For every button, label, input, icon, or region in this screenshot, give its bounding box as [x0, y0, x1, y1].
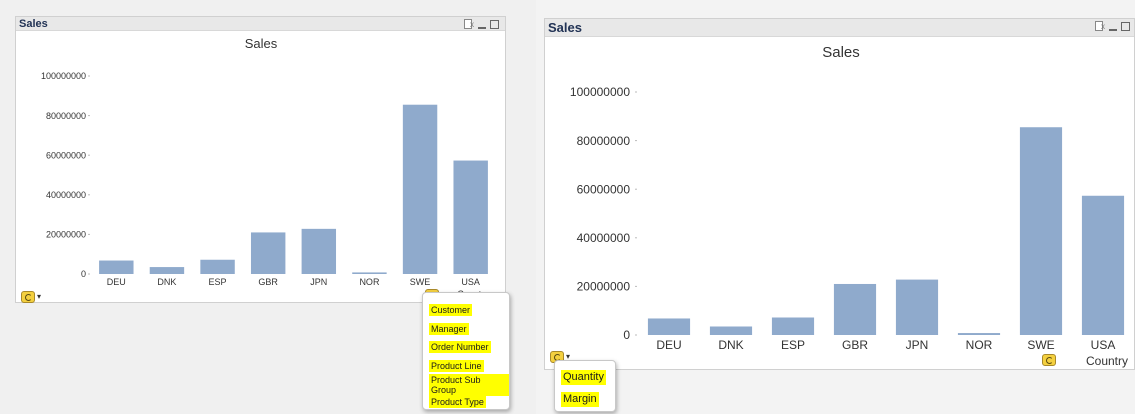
bar-nor: [352, 272, 387, 274]
bar-esp: [200, 259, 235, 274]
x-tick-label: GBR: [842, 338, 868, 352]
menu-item-quantity[interactable]: Quantity: [561, 367, 606, 385]
bar-deu: [99, 260, 134, 274]
left-dropdown-arrow-icon[interactable]: ▾: [37, 293, 41, 301]
bar-esp: [771, 317, 815, 335]
x-tick-label: GBR: [258, 277, 278, 287]
y-tick-label: 80000000: [577, 134, 631, 148]
x-tick-label: DNK: [718, 338, 743, 352]
menu-item-manager[interactable]: Manager: [429, 319, 469, 337]
y-tick-label: 60000000: [46, 150, 86, 160]
bar-deu: [647, 318, 691, 335]
menu-item-order-number[interactable]: Order Number: [429, 337, 491, 355]
x-axis-title: Country: [1086, 354, 1128, 368]
right-sales-chart-object[interactable]: Sales Sales 0 20000000 40000000 60000000 8000…: [544, 18, 1135, 370]
y-tick-label: 20000000: [577, 280, 631, 294]
x-tick-label: NOR: [359, 277, 380, 287]
x-tick-label: DEU: [656, 338, 681, 352]
x-tick-label: SWE: [1027, 338, 1054, 352]
left-cycle-dropdown-menu: Customer Manager Order Number Product Li…: [422, 292, 510, 410]
x-tick-label: USA: [461, 277, 480, 287]
menu-item-product-line[interactable]: Product Line: [429, 356, 484, 374]
right-cycle-dropdown-menu: Quantity Margin: [554, 360, 616, 412]
right-bar-chart: Sales 0 20000000 40000000 60000000 80000000 10…: [570, 44, 1128, 368]
menu-item-customer[interactable]: Customer: [429, 300, 473, 318]
x-tick-label: ESP: [209, 277, 227, 287]
left-sales-chart-object[interactable]: Sales Sales 0 20000000 40000000 60000000 8000…: [15, 16, 506, 303]
bar-nor: [957, 333, 1001, 335]
y-tick-label: 40000000: [577, 231, 631, 245]
chart-title: Sales: [822, 44, 860, 61]
x-tick-label: ESP: [781, 338, 805, 352]
left-bar-chart: Sales 0 20000000 40000000 60000000 80000000 10…: [41, 36, 489, 299]
x-tick-label: JPN: [310, 277, 327, 287]
y-tick-label: 0: [81, 269, 86, 279]
left-cycle-group-icon[interactable]: [21, 291, 35, 303]
bar-swe: [1019, 127, 1063, 335]
bar-usa: [1081, 195, 1125, 335]
menu-item-product-type[interactable]: Product Type: [429, 392, 486, 410]
bar-dnk: [149, 267, 185, 274]
y-tick-label: 100000000: [570, 85, 630, 99]
bar-gbr: [833, 283, 877, 335]
bar-jpn: [301, 228, 337, 274]
x-tick-label: JPN: [906, 338, 929, 352]
x-tick-label: DNK: [157, 277, 176, 287]
x-tick-label: USA: [1091, 338, 1116, 352]
chart-title: Sales: [245, 36, 278, 51]
menu-item-margin[interactable]: Margin: [561, 389, 599, 407]
right-axis-cycle-icon[interactable]: [1042, 354, 1056, 366]
bar-gbr: [250, 232, 286, 274]
y-tick-label: 60000000: [577, 182, 631, 196]
x-tick-label: DEU: [107, 277, 126, 287]
y-tick-label: 100000000: [41, 71, 86, 81]
bar-usa: [453, 160, 488, 274]
bar-dnk: [709, 326, 753, 335]
bar-swe: [402, 104, 438, 275]
y-tick-label: 20000000: [46, 230, 86, 240]
y-tick-label: 0: [623, 328, 630, 342]
x-tick-label: SWE: [410, 277, 431, 287]
y-tick-label: 80000000: [46, 111, 86, 121]
x-tick-label: NOR: [966, 338, 993, 352]
bar-jpn: [895, 279, 939, 335]
y-tick-label: 40000000: [46, 190, 86, 200]
